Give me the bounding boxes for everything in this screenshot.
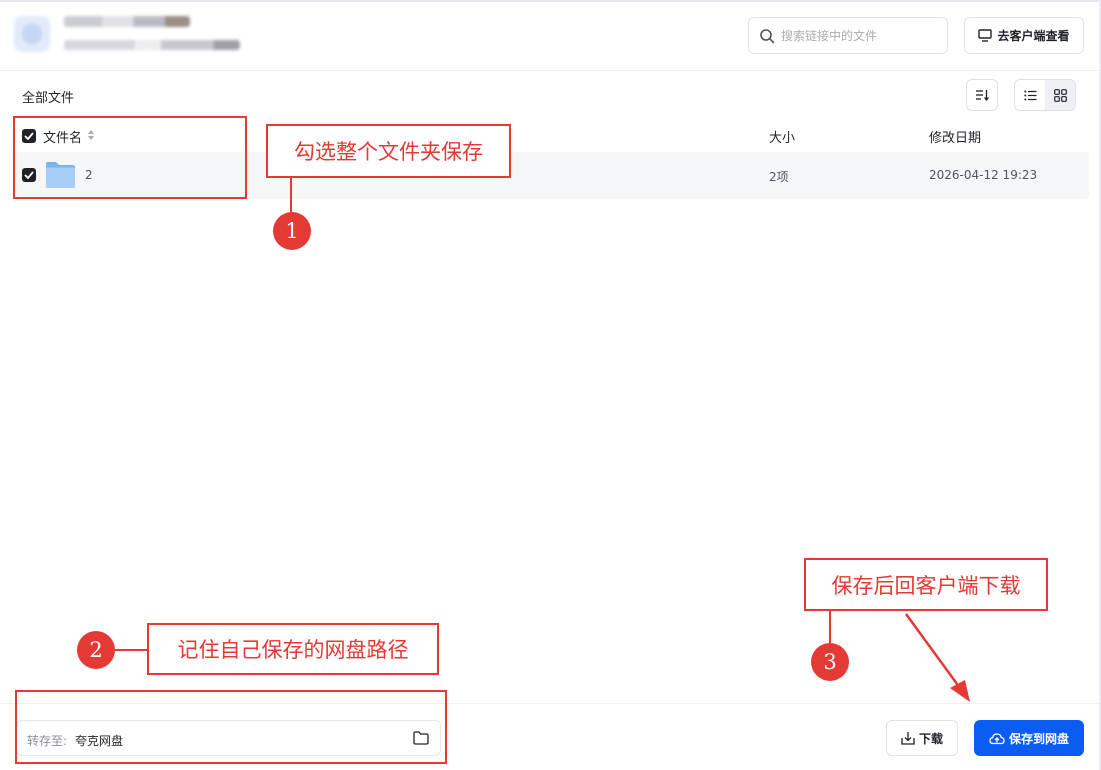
save-to-drive-button[interactable]: 保存到网盘 (974, 720, 1084, 756)
step-badge-1: 1 (273, 212, 311, 250)
blurred-share-meta (64, 40, 240, 50)
search-box[interactable] (748, 17, 948, 54)
callout-connector-3 (829, 611, 831, 643)
grid-view-button[interactable] (1045, 80, 1075, 110)
grid-icon (1053, 88, 1067, 102)
callout-download-in-client: 保存后回客户端下载 (804, 558, 1048, 611)
callout-select-folder: 勾选整个文件夹保存 (266, 124, 511, 178)
highlight-save-destination (15, 690, 447, 764)
breadcrumb[interactable]: 全部文件 (22, 87, 74, 106)
open-in-client-button[interactable]: 去客户端查看 (964, 17, 1084, 54)
step-badge-2: 2 (77, 631, 115, 669)
monitor-icon (978, 29, 993, 42)
callout-remember-path: 记住自己保存的网盘路径 (147, 623, 439, 675)
callout-connector-2 (115, 649, 148, 651)
search-icon (760, 29, 775, 44)
column-header-modified: 修改日期 (929, 131, 982, 146)
annotation-arrow (904, 613, 970, 702)
file-size: 2项 (769, 170, 789, 184)
highlight-file-selection (13, 116, 247, 199)
sort-button[interactable] (966, 79, 998, 111)
callout-connector-1 (290, 178, 292, 212)
search-input[interactable] (781, 26, 941, 46)
column-header-size: 大小 (769, 131, 796, 146)
sort-icon (976, 90, 989, 101)
step-badge-3: 3 (811, 643, 849, 681)
blurred-share-title (64, 16, 190, 27)
download-icon (901, 732, 915, 745)
sharer-avatar (14, 16, 50, 52)
cloud-upload-icon (989, 732, 1005, 744)
download-label: 下载 (918, 731, 943, 746)
view-mode-toggle (1014, 79, 1076, 111)
list-icon (1023, 90, 1036, 100)
save-to-drive-label: 保存到网盘 (1008, 731, 1069, 746)
file-modified-date: 2026-04-12 19:23 (929, 168, 1038, 182)
download-button[interactable]: 下载 (886, 720, 958, 756)
open-in-client-label: 去客户端查看 (997, 29, 1070, 43)
list-view-button[interactable] (1015, 80, 1045, 110)
